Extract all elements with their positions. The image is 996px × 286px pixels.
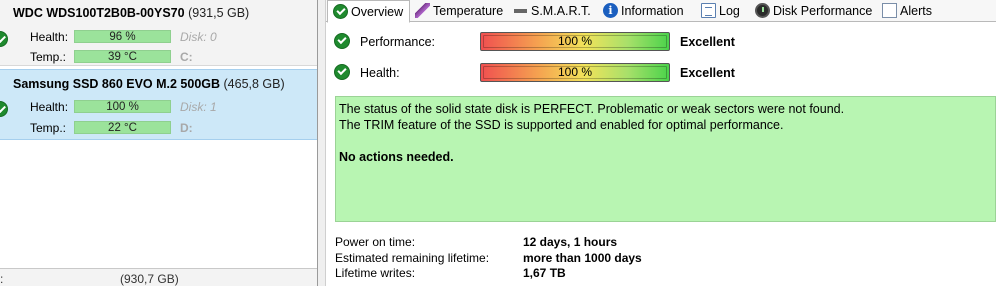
health-bar: 96 % <box>74 30 171 43</box>
tab-smart[interactable]: S.M.A.R.T. <box>508 0 596 22</box>
health-result: Excellent <box>680 66 735 80</box>
tab-label: Temperature <box>433 4 504 18</box>
tab-label: Disk Performance <box>773 4 873 18</box>
drive-letter: C: <box>180 50 193 64</box>
disk-name: : <box>0 272 4 286</box>
tab-label: Overview <box>351 5 404 19</box>
performance-bar: 100 % <box>480 32 670 51</box>
temp-bar: 22 °C <box>74 121 171 134</box>
status-action: No actions needed. <box>339 150 454 164</box>
alert-icon <box>882 3 897 18</box>
writes-value: 1,67 TB <box>523 266 566 280</box>
smart-icon <box>513 3 528 18</box>
temp-label: Temp.: <box>30 50 67 64</box>
status-message-box: The status of the solid state disk is PE… <box>335 96 996 222</box>
panel-splitter[interactable] <box>318 0 326 286</box>
health-label: Health: <box>360 66 400 80</box>
performance-result: Excellent <box>680 35 735 49</box>
tab-alerts[interactable]: Alerts <box>877 0 937 22</box>
disk-list-panel: WDC WDS100T2B0B-00YS70 (931,5 GB) Health… <box>0 0 318 286</box>
log-icon <box>701 3 716 18</box>
tab-disk-performance[interactable]: Disk Performance <box>750 0 875 22</box>
health-label: Health: <box>30 100 69 114</box>
health-bar: 100 % <box>480 63 670 82</box>
tab-information[interactable]: i Information <box>598 0 692 22</box>
ok-icon <box>0 101 8 117</box>
power-on-label: Power on time: <box>335 235 416 249</box>
health-label: Health: <box>30 30 69 44</box>
disk-item-2[interactable]: : (930,7 GB) <box>0 268 317 286</box>
lifetime-value: more than 1000 days <box>523 251 642 265</box>
health-bar: 100 % <box>74 100 171 113</box>
performance-value: 100 % <box>557 34 593 48</box>
health-value: 100 % <box>557 65 593 79</box>
disk-number: Disk: 0 <box>180 30 217 44</box>
performance-icon <box>755 3 770 18</box>
writes-label: Lifetime writes: <box>335 266 416 280</box>
disk-title: Samsung SSD 860 EVO M.2 500GB (465,8 GB) <box>13 77 285 91</box>
tab-overview[interactable]: Overview <box>327 0 410 23</box>
disk-size: (930,7 GB) <box>120 272 179 286</box>
power-on-value: 12 days, 1 hours <box>523 235 618 249</box>
lifetime-label: Estimated remaining lifetime: <box>335 251 490 265</box>
health-row: Health: 100 % Excellent <box>334 63 994 83</box>
disk-title: WDC WDS100T2B0B-00YS70 (931,5 GB) <box>13 6 249 20</box>
performance-label: Performance: <box>360 35 436 49</box>
status-line: The TRIM feature of the SSD is supported… <box>339 118 784 132</box>
ok-icon <box>333 4 348 19</box>
tab-temperature[interactable]: Temperature <box>410 0 506 22</box>
tab-label: Alerts <box>900 4 932 18</box>
details-panel: Overview Temperature S.M.A.R.T. i Inform… <box>326 0 996 286</box>
tab-label: Log <box>719 4 740 18</box>
info-icon: i <box>603 3 618 18</box>
ok-icon <box>334 33 350 49</box>
disk-item-1[interactable]: Samsung SSD 860 EVO M.2 500GB (465,8 GB)… <box>0 69 317 140</box>
disk-number: Disk: 1 <box>180 100 217 114</box>
tab-label: Information <box>621 4 684 18</box>
tab-label: S.M.A.R.T. <box>531 4 591 18</box>
performance-row: Performance: 100 % Excellent <box>334 32 994 52</box>
temp-bar: 39 °C <box>74 50 171 63</box>
disk-size: (931,5 GB) <box>188 6 250 20</box>
thermometer-icon <box>415 3 430 18</box>
disk-name: Samsung SSD 860 EVO M.2 500GB <box>13 77 221 91</box>
disk-item-0[interactable]: WDC WDS100T2B0B-00YS70 (931,5 GB) Health… <box>0 0 317 66</box>
ok-icon <box>0 31 8 47</box>
ok-icon <box>334 64 350 80</box>
tab-log[interactable]: Log <box>696 0 748 22</box>
drive-letter: D: <box>180 121 193 135</box>
tab-bar: Overview Temperature S.M.A.R.T. i Inform… <box>326 0 996 23</box>
disk-size: (465,8 GB) <box>223 77 285 91</box>
temp-label: Temp.: <box>30 121 67 135</box>
disk-name: WDC WDS100T2B0B-00YS70 <box>13 6 185 20</box>
status-line: The status of the solid state disk is PE… <box>339 102 845 116</box>
